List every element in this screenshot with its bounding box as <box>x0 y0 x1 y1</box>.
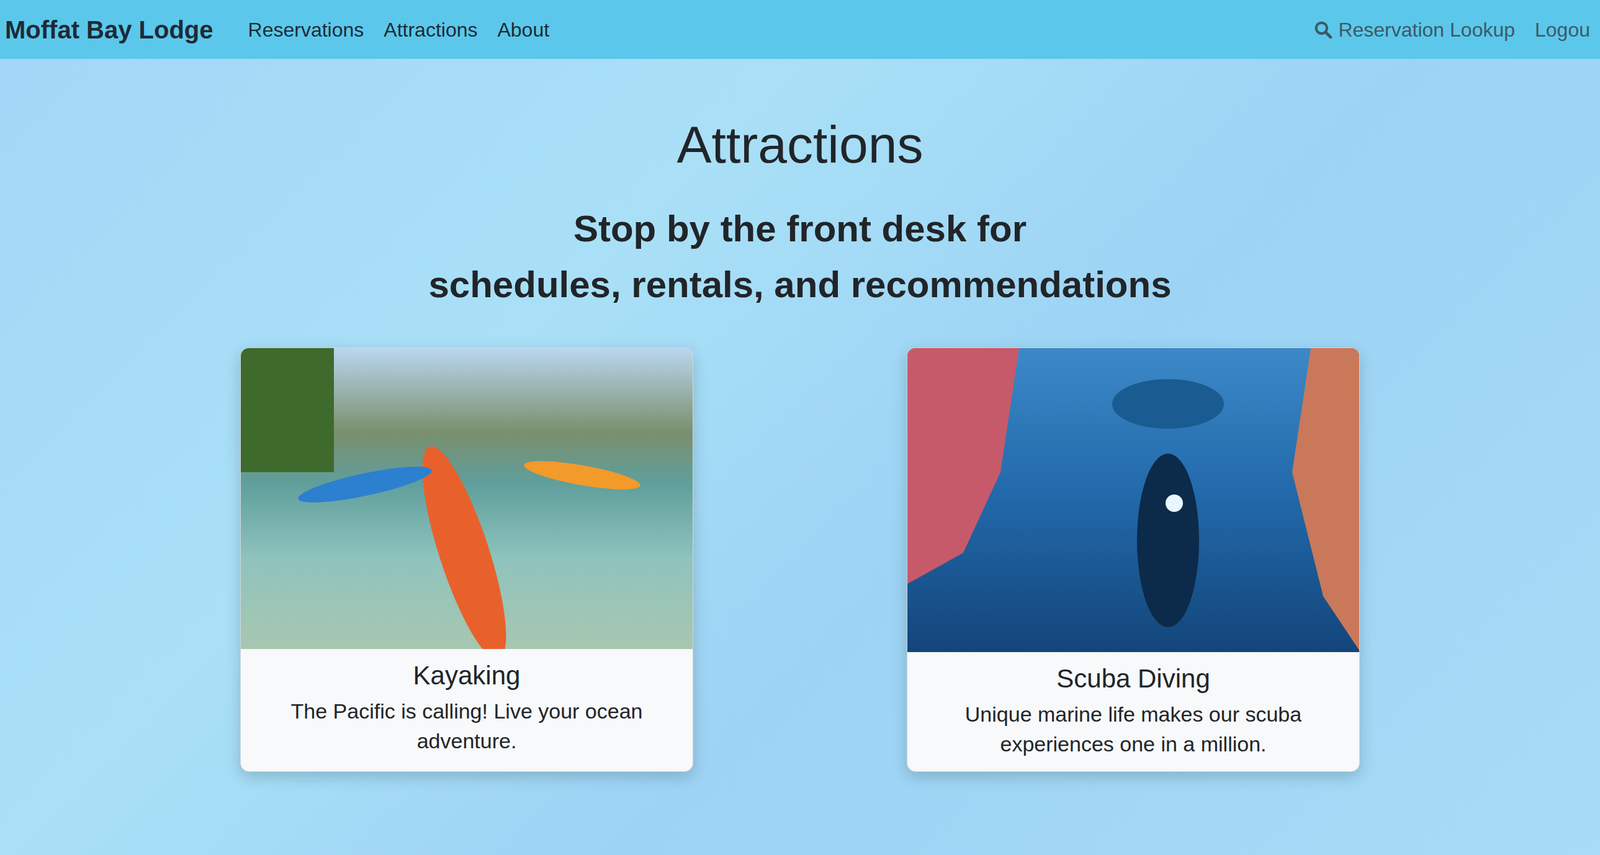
attraction-card: Kayaking The Pacific is calling! Live you… <box>240 347 694 773</box>
nav-right-link[interactable]: Logou <box>1534 14 1591 45</box>
nav-link[interactable]: Attractions <box>383 14 478 45</box>
scuba-photo <box>907 348 1360 653</box>
card-title: Scuba Diving <box>1056 663 1210 695</box>
brand-link[interactable]: Moffat Bay Lodge <box>4 11 214 49</box>
nav-right-link[interactable]: Reservation Lookup <box>1313 14 1515 45</box>
navbar-left: Moffat Bay Lodge Reservations Attractions A… <box>4 11 550 49</box>
subtitle-line: Stop by the front desk for <box>573 201 1027 257</box>
subtitle-line: schedules, rentals, and recommendations <box>428 256 1172 313</box>
card-body: Kayaking The Pacific is calling! Live you… <box>240 649 693 769</box>
nav-link[interactable]: About <box>497 14 550 45</box>
nav-link[interactable]: Reservations <box>248 14 365 45</box>
main-content: Attractions Stop by the front desk forsch… <box>0 58 1600 810</box>
page-heading: Attractions <box>677 113 924 177</box>
card-text: The Pacific is calling! Live your ocean … <box>268 696 666 756</box>
navbar-right: Reservation Lookup Logou <box>1313 14 1596 45</box>
search-icon <box>1313 19 1334 40</box>
cards-grid: Kayaking The Pacific is calling! Live you… <box>240 347 1360 773</box>
card-text: Unique marine life makes our scuba exper… <box>934 699 1332 760</box>
card-body: Scuba Diving Unique marine life makes our… <box>907 652 1360 772</box>
navbar: Moffat Bay Lodge Reservations Attractions A… <box>0 0 1600 59</box>
attraction-card: Scuba Diving Unique marine life makes our… <box>906 347 1360 773</box>
card-title: Kayaking <box>413 660 521 692</box>
subtitle: Stop by the front desk forschedules, ren… <box>428 201 1172 313</box>
kayaking-photo <box>240 348 693 650</box>
